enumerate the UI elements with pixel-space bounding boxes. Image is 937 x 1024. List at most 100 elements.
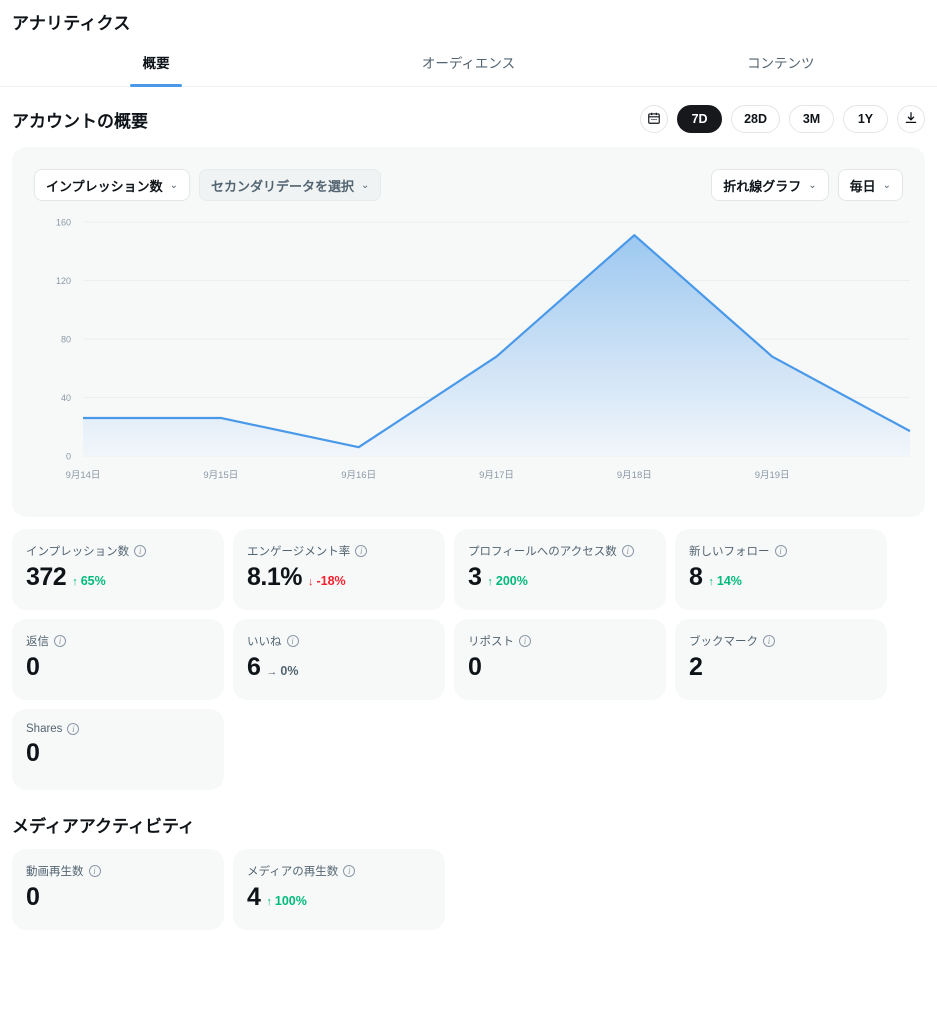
primary-metric-dropdown[interactable]: インプレッション数 ⌄ xyxy=(34,169,191,201)
info-icon[interactable]: i xyxy=(621,545,634,557)
card-delta: ↑ 100% xyxy=(266,894,306,908)
card-label: Shares i xyxy=(26,723,210,735)
metric-card[interactable]: 返信 i 0 xyxy=(12,619,224,700)
up-arrow-icon: ↑ xyxy=(72,576,78,588)
card-delta: ↓ -18% xyxy=(308,574,346,588)
card-value: 8.1% xyxy=(247,563,302,591)
card-value-row: 3 ↑ 200% xyxy=(468,563,652,592)
tab-audience[interactable]: オーディエンス xyxy=(312,48,624,86)
info-icon[interactable]: i xyxy=(67,723,80,735)
range-3m[interactable]: 3M xyxy=(789,105,834,133)
card-delta-text: 200% xyxy=(495,574,528,588)
primary-metric-label: インプレッション数 xyxy=(46,178,163,194)
granularity-label: 毎日 xyxy=(849,178,876,194)
x-axis-tick-label: 9月18日 xyxy=(617,470,652,479)
up-arrow-icon: ↑ xyxy=(487,576,493,588)
media-metric-card[interactable]: メディアの再生数 i 4 ↑ 100% xyxy=(233,849,445,930)
metric-card[interactable]: リポスト i 0 xyxy=(454,619,666,700)
info-icon[interactable]: i xyxy=(286,635,299,647)
y-axis-tick-label: 160 xyxy=(56,218,71,228)
metric-card[interactable]: プロフィールへのアクセス数 i 3 ↑ 200% xyxy=(454,529,666,610)
card-value-row: 2 xyxy=(689,653,873,682)
card-label: メディアの再生数 i xyxy=(247,863,431,879)
metric-card[interactable]: いいね i 6 → 0% xyxy=(233,619,445,700)
tab-underline xyxy=(130,84,183,87)
card-label-text: 返信 xyxy=(26,636,49,648)
card-label: ブックマーク i xyxy=(689,633,873,649)
card-delta: ↑ 200% xyxy=(487,574,527,588)
card-label: いいね i xyxy=(247,633,431,649)
card-label: 動画再生数 i xyxy=(26,863,210,879)
card-value-row: 0 xyxy=(26,883,210,912)
line-area-chart: 0 40 80 120 160 9月14日 9月15日 9月16日 9月17日 9月18日 9月19… xyxy=(12,209,925,479)
card-value: 0 xyxy=(26,883,40,911)
card-delta-text: 0% xyxy=(280,664,299,678)
section-header: アカウントの概要 7D 28D 3M 1Y xyxy=(0,87,937,139)
info-icon[interactable]: i xyxy=(88,865,101,877)
card-value: 0 xyxy=(26,739,40,767)
card-value: 4 xyxy=(247,883,261,911)
card-delta-text: 14% xyxy=(716,574,742,588)
metric-card[interactable]: Shares i 0 xyxy=(12,709,224,790)
card-value: 6 xyxy=(247,653,261,681)
tabbar: 概要 オーディエンス コンテンツ xyxy=(0,48,937,87)
info-icon[interactable]: i xyxy=(134,545,147,557)
tab-underline xyxy=(755,84,807,87)
chart-area-fill xyxy=(83,235,910,456)
calendar-icon xyxy=(647,111,661,128)
info-icon[interactable]: i xyxy=(343,865,356,877)
down-arrow-icon: ↓ xyxy=(307,576,314,588)
chart-svg: 0 40 80 120 160 9月14日 9月15日 9月16日 9月17日 9月18日 9月19… xyxy=(56,218,911,479)
card-label-text: 新しいフォロー xyxy=(689,546,770,558)
card-delta-text: 65% xyxy=(80,574,106,588)
download-icon xyxy=(904,111,918,128)
chevron-down-icon: ⌄ xyxy=(169,179,179,191)
card-label-text: インプレッション数 xyxy=(26,546,130,558)
tab-underline xyxy=(442,84,494,87)
card-value-row: 0 xyxy=(468,653,652,682)
range-1y[interactable]: 1Y xyxy=(843,105,888,133)
info-icon[interactable]: i xyxy=(774,545,787,557)
card-label: リポスト i xyxy=(468,633,652,649)
info-icon[interactable]: i xyxy=(763,635,775,647)
card-label: インプレッション数 i xyxy=(26,543,210,559)
info-icon[interactable]: i xyxy=(54,635,66,647)
granularity-dropdown[interactable]: 毎日 ⌄ xyxy=(837,169,903,201)
up-arrow-icon: ↑ xyxy=(266,896,272,908)
calendar-button[interactable] xyxy=(640,105,669,133)
chart-type-dropdown[interactable]: 折れ線グラフ ⌄ xyxy=(711,169,829,201)
card-value: 0 xyxy=(468,653,482,681)
info-icon[interactable]: i xyxy=(519,635,531,647)
metric-card[interactable]: ブックマーク i 2 xyxy=(675,619,887,700)
metric-card[interactable]: インプレッション数 i 372 ↑ 65% xyxy=(12,529,224,610)
card-label: エンゲージメント率 i xyxy=(247,543,431,559)
metric-card[interactable]: 新しいフォロー i 8 ↑ 14% xyxy=(675,529,887,610)
section-title: アカウントの概要 xyxy=(12,111,148,131)
tab-overview[interactable]: 概要 xyxy=(0,48,312,87)
card-value-row: 6 → 0% xyxy=(247,653,431,682)
range-selector: 7D 28D 3M 1Y xyxy=(640,105,925,133)
chevron-down-icon: ⌄ xyxy=(361,179,370,191)
y-axis-tick-label: 120 xyxy=(56,276,71,286)
tab-content[interactable]: コンテンツ xyxy=(625,48,937,86)
media-metric-card[interactable]: 動画再生数 i 0 xyxy=(12,849,224,930)
secondary-metric-dropdown[interactable]: セカンダリデータを選択 ⌄ xyxy=(199,169,382,201)
download-button[interactable] xyxy=(897,105,925,133)
y-axis-tick-label: 0 xyxy=(66,452,71,462)
card-value-row: 8.1% ↓ -18% xyxy=(247,563,431,592)
card-value: 8 xyxy=(689,563,703,591)
card-value: 2 xyxy=(689,653,703,681)
card-label: プロフィールへのアクセス数 i xyxy=(468,543,652,559)
range-28d[interactable]: 28D xyxy=(731,105,780,133)
card-label-text: プロフィールへのアクセス数 xyxy=(468,546,617,558)
range-7d[interactable]: 7D xyxy=(677,105,723,133)
card-value: 0 xyxy=(26,653,40,681)
chart-controls: インプレッション数 ⌄ セカンダリデータを選択 ⌄ 折れ線グラフ ⌄ 毎日 ⌄ xyxy=(12,147,925,201)
secondary-metric-label: セカンダリデータを選択 xyxy=(211,178,355,194)
card-delta-text: -18% xyxy=(316,574,346,588)
chevron-down-icon: ⌄ xyxy=(882,179,891,191)
metric-card[interactable]: エンゲージメント率 i 8.1% ↓ -18% xyxy=(233,529,445,610)
metric-card-grid: インプレッション数 i 372 ↑ 65% エンゲージメント率 i 8.1% ↓ -18% プロフィ… xyxy=(0,517,937,790)
card-label-text: ブックマーク xyxy=(689,636,758,648)
info-icon[interactable]: i xyxy=(355,545,368,557)
